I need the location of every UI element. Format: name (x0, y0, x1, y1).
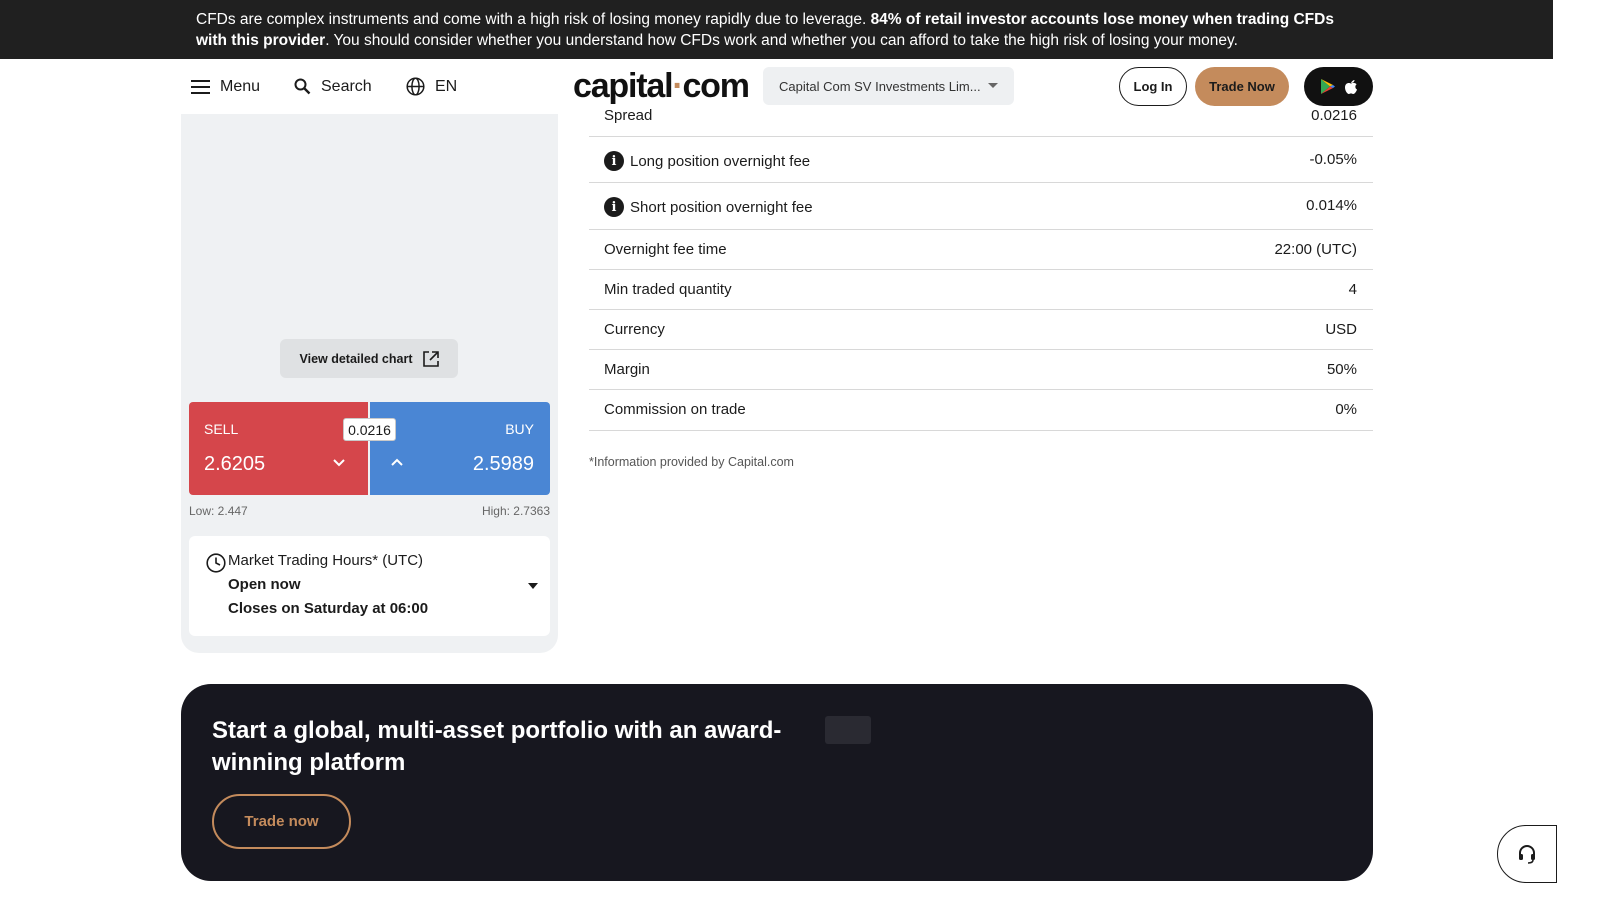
buy-button[interactable]: BUY 2.5989 (370, 402, 550, 495)
sell-button[interactable]: SELL 2.6205 (189, 402, 368, 495)
award-badge-image (825, 716, 871, 744)
trading-hours-title: Market Trading Hours* (UTC) (228, 552, 424, 569)
headset-icon (1519, 845, 1535, 864)
instrument-chart-panel: View detailed chart SELL 2.6205 BUY 2.59… (181, 114, 558, 653)
detail-row-margin: Margin 50% (589, 350, 1373, 390)
menu-button[interactable]: Menu (191, 59, 260, 114)
menu-label: Menu (220, 77, 261, 95)
detail-row-overnight-fee-time: Overnight fee time 22:00 (UTC) (589, 230, 1373, 270)
details-footnote: *Information provided by Capital.com (589, 455, 794, 469)
day-high: High: 2.7363 (481, 504, 550, 518)
caret-down-icon (988, 83, 998, 88)
buy-label: BUY (505, 421, 534, 437)
info-icon[interactable]: i (604, 197, 624, 217)
detail-value: 50% (1326, 361, 1357, 378)
market-status: Open now (228, 576, 301, 593)
detail-value: 4 (1348, 281, 1357, 298)
promo-banner: Start a global, multi-asset portfolio wi… (181, 684, 1373, 881)
detail-label-wrap: i Short position overnight fee (604, 197, 813, 217)
sell-label: SELL (204, 421, 239, 437)
detail-label: Currency (604, 321, 665, 338)
chevron-up-icon (391, 458, 403, 466)
apple-icon (1344, 79, 1357, 94)
language-selector[interactable]: EN (406, 59, 457, 114)
detail-label-wrap: i Long position overnight fee (604, 151, 810, 171)
detail-value: 22:00 (UTC) (1274, 241, 1357, 258)
language-label: EN (435, 77, 458, 95)
chevron-down-icon (333, 459, 345, 467)
market-trading-hours[interactable]: Market Trading Hours* (UTC) Open now Clo… (189, 536, 550, 636)
search-button[interactable]: Search (294, 59, 372, 114)
search-label: Search (321, 77, 372, 95)
hamburger-icon (191, 79, 210, 94)
clock-icon (206, 553, 226, 573)
risk-text-bold2: with this provider (196, 32, 326, 49)
detail-row-spread: Spread 0.0216 (589, 100, 1373, 137)
detail-value: 0% (1335, 401, 1357, 418)
spread-badge: 0.0216 (343, 418, 396, 441)
risk-warning-banner: CFDs are complex instruments and come wi… (0, 0, 1553, 59)
risk-text-part2: . You should consider whether you unders… (325, 32, 1238, 49)
search-icon (294, 78, 311, 95)
google-play-icon (1320, 79, 1335, 94)
risk-text-part1: CFDs are complex instruments and come wi… (196, 11, 871, 28)
detail-label: Short position overnight fee (630, 198, 813, 216)
support-chat-button[interactable] (1497, 825, 1557, 883)
info-icon[interactable]: i (604, 151, 624, 171)
trade-now-promo-button[interactable]: Trade now (212, 794, 351, 849)
view-chart-label: View detailed chart (299, 351, 413, 366)
entity-select-value: Capital Com SV Investments Lim... (779, 78, 981, 94)
buy-price: 2.5989 (472, 453, 534, 475)
detail-label: Spread (604, 107, 653, 124)
detail-row-commission: Commission on trade 0% (589, 390, 1373, 431)
sell-price: 2.6205 (204, 453, 266, 475)
caret-down-icon[interactable] (528, 583, 538, 589)
detail-row-long-overnight-fee: i Long position overnight fee -0.05% (589, 137, 1373, 183)
market-closes-text: Closes on Saturday at 06:00 (228, 600, 429, 617)
detail-label: Margin (604, 361, 650, 378)
detail-row-currency: Currency USD (589, 310, 1373, 350)
instrument-details-table: Spread 0.0216 i Long position overnight f… (589, 100, 1373, 431)
detail-row-short-overnight-fee: i Short position overnight fee 0.014% (589, 183, 1373, 230)
detail-row-min-quantity: Min traded quantity 4 (589, 270, 1373, 310)
detail-value: USD (1325, 321, 1357, 338)
detail-value: -0.05% (1309, 151, 1357, 168)
detail-label: Min traded quantity (604, 281, 732, 298)
view-detailed-chart-button[interactable]: View detailed chart (280, 339, 458, 378)
detail-label: Overnight fee time (604, 241, 727, 258)
detail-label: Long position overnight fee (630, 152, 811, 170)
risk-text-bold1: 84% of retail investor accounts lose mon… (870, 11, 1334, 28)
detail-value: 0.014% (1306, 197, 1357, 214)
expand-icon (422, 350, 439, 367)
detail-value: 0.0216 (1311, 107, 1357, 124)
globe-icon (406, 77, 425, 96)
detail-label: Commission on trade (604, 401, 746, 418)
day-low: Low: 2.447 (189, 504, 248, 518)
promo-title: Start a global, multi-asset portfolio wi… (212, 717, 782, 776)
